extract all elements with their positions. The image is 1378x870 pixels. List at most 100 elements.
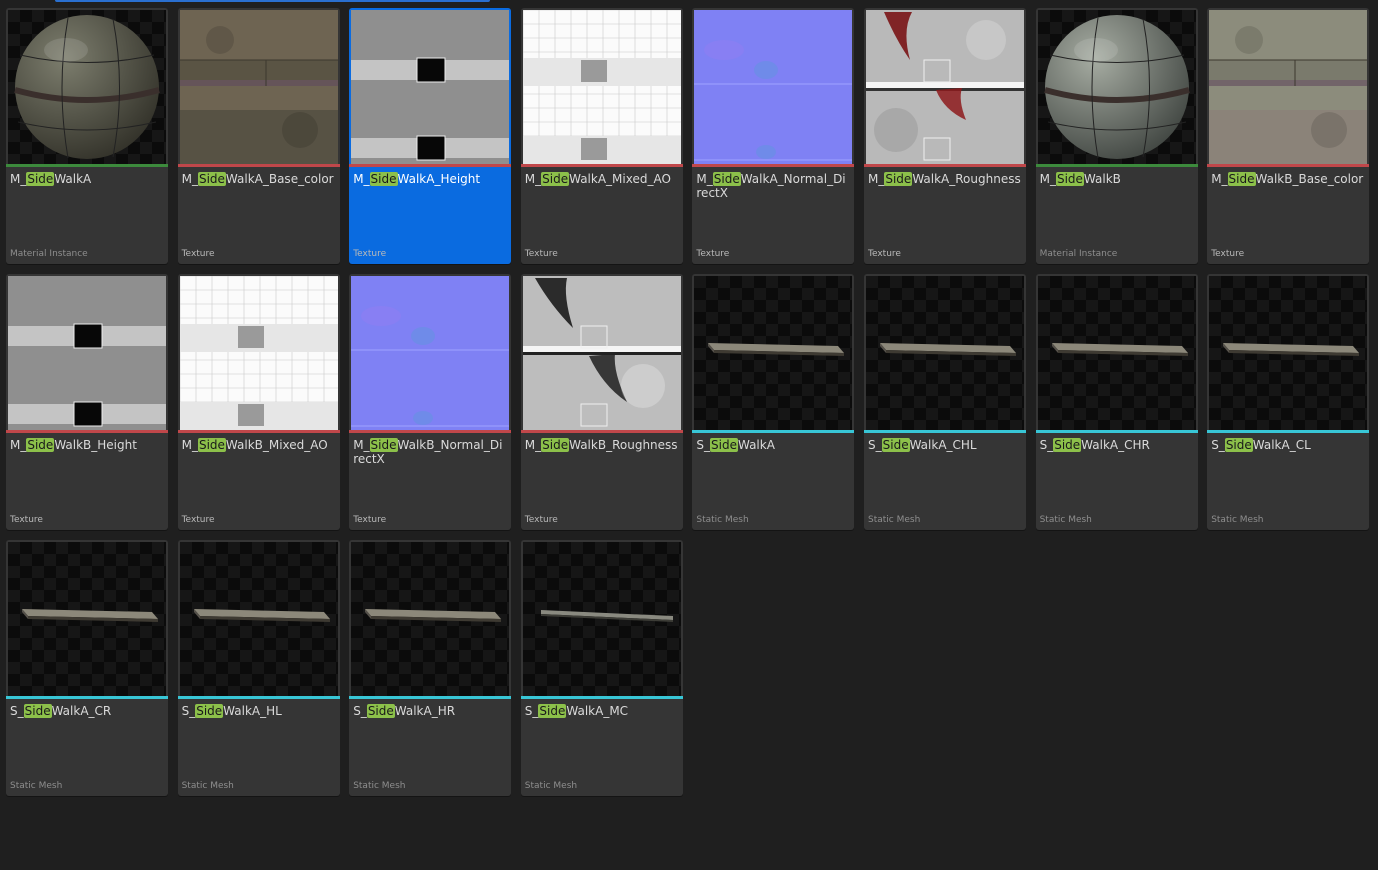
asset-type-color-bar	[1207, 164, 1370, 167]
mesh-slab-icon	[1037, 276, 1196, 430]
search-match-highlight: Side	[710, 438, 738, 452]
search-match-highlight: Side	[369, 438, 398, 452]
asset-tile[interactable]: M_SideWalkA Material Instance	[6, 8, 168, 264]
asset-type-color-bar	[520, 696, 683, 699]
asset-type-label: Static Mesh	[696, 515, 749, 525]
mesh-slab-icon	[179, 542, 338, 696]
asset-name: S_SideWalkA_HL	[181, 704, 282, 718]
normal-texture-icon-art	[351, 276, 510, 430]
search-match-highlight: Side	[369, 172, 398, 186]
ao-texture-icon-art	[522, 10, 681, 164]
asset-tile[interactable]: S_SideWalkA_HR Static Mesh	[349, 540, 512, 796]
asset-tile[interactable]: M_SideWalkB_Normal_DirectX Texture	[349, 274, 512, 530]
asset-type-color-bar	[6, 696, 168, 699]
mesh-slab-icon	[1209, 276, 1368, 430]
height-texture-icon-art	[8, 276, 166, 430]
asset-tile[interactable]: M_SideWalkA_Normal_DirectX Texture	[692, 8, 855, 264]
asset-type-label: Texture	[10, 515, 43, 525]
asset-tile[interactable]: M_SideWalkA_Base_color Texture	[177, 8, 340, 264]
asset-name: M_SideWalkA_Roughness	[868, 172, 1021, 186]
asset-tile[interactable]: S_SideWalkA_CR Static Mesh	[6, 540, 168, 796]
asset-type-label: Static Mesh	[1039, 515, 1092, 525]
asset-name: S_SideWalkA_CHL	[868, 438, 977, 452]
search-match-highlight: Side	[366, 704, 395, 718]
height-texture-icon	[351, 10, 510, 164]
search-match-highlight: Side	[195, 704, 224, 718]
roughness-red-texture-icon	[866, 10, 1024, 164]
asset-tile[interactable]: M_SideWalkB_Mixed_AO Texture	[177, 274, 340, 530]
asset-tile[interactable]: M_SideWalkB_Height Texture	[6, 274, 168, 530]
search-match-highlight: Side	[1055, 172, 1084, 186]
sphere-light-icon-art	[1037, 10, 1196, 164]
search-match-highlight: Side	[538, 704, 567, 718]
asset-type-label: Static Mesh	[524, 781, 578, 791]
mesh-thin-icon	[522, 542, 681, 696]
search-match-highlight: Side	[541, 172, 570, 186]
asset-tile[interactable]: M_SideWalkB_Base_color Texture	[1207, 8, 1370, 264]
asset-type-color-bar	[692, 430, 855, 433]
asset-tile[interactable]: S_SideWalkA Static Mesh	[692, 274, 855, 530]
asset-type-color-bar	[349, 164, 512, 167]
asset-name: M_SideWalkB_Base_color	[1211, 172, 1364, 186]
asset-tile[interactable]: M_SideWalkB Material Instance	[1035, 8, 1198, 264]
mesh-slab-icon	[8, 542, 166, 696]
base-color-texture-icon-art	[179, 10, 338, 164]
asset-type-label: Texture	[868, 249, 901, 259]
asset-type-label: Texture	[524, 249, 558, 259]
asset-type-color-bar	[177, 430, 340, 433]
search-match-highlight: Side	[197, 438, 226, 452]
normal-texture-icon	[694, 10, 853, 164]
asset-tile[interactable]: M_SideWalkB_Roughness Texture	[520, 274, 683, 530]
search-match-highlight: Side	[26, 172, 55, 186]
asset-tile[interactable]: M_SideWalkA_Height Texture	[349, 8, 512, 264]
mesh-slab-icon	[866, 276, 1024, 430]
asset-type-label: Material Instance	[10, 249, 88, 259]
sphere-light-icon	[1037, 10, 1196, 164]
asset-tile[interactable]: S_SideWalkA_CL Static Mesh	[1207, 274, 1370, 530]
asset-tile[interactable]: S_SideWalkA_CHR Static Mesh	[1035, 274, 1198, 530]
asset-tile[interactable]: S_SideWalkA_CHL Static Mesh	[864, 274, 1026, 530]
asset-name: M_SideWalkA_Normal_DirectX	[696, 172, 846, 200]
mesh-slab-icon-art	[1037, 276, 1196, 430]
asset-type-label: Static Mesh	[10, 781, 63, 791]
asset-tile[interactable]: S_SideWalkA_HL Static Mesh	[177, 540, 340, 796]
search-match-highlight: Side	[1224, 438, 1253, 452]
asset-type-label: Static Mesh	[1211, 515, 1264, 525]
asset-type-color-bar	[1207, 430, 1370, 433]
ao-texture-icon	[179, 276, 338, 430]
search-match-highlight: Side	[1227, 172, 1256, 186]
asset-name: M_SideWalkB_Mixed_AO	[181, 438, 328, 452]
search-match-highlight: Side	[884, 172, 913, 186]
asset-type-color-bar	[692, 164, 855, 167]
asset-type-color-bar	[177, 164, 340, 167]
asset-tile[interactable]: M_SideWalkA_Mixed_AO Texture	[520, 8, 683, 264]
mesh-thin-icon-art	[522, 542, 681, 696]
mesh-slab-icon-art	[1209, 276, 1368, 430]
normal-texture-icon-art	[694, 10, 853, 164]
asset-tile[interactable]: M_SideWalkA_Roughness Texture	[864, 8, 1026, 264]
asset-type-color-bar	[6, 164, 168, 167]
asset-name: M_SideWalkA	[10, 172, 92, 186]
asset-type-label: Texture	[696, 249, 730, 259]
asset-type-label: Texture	[181, 249, 215, 259]
mesh-slab-icon-art	[8, 542, 166, 696]
asset-name: M_SideWalkA_Base_color	[181, 172, 334, 186]
asset-name: S_SideWalkA_HR	[353, 704, 456, 718]
asset-tile[interactable]: S_SideWalkA_MC Static Mesh	[520, 540, 683, 796]
asset-type-color-bar	[520, 164, 683, 167]
asset-name: S_SideWalkA_MC	[524, 704, 629, 718]
asset-name: M_SideWalkB	[1039, 172, 1121, 186]
search-match-highlight: Side	[712, 172, 741, 186]
base-color-b-texture-icon-art	[1209, 10, 1368, 164]
asset-type-color-bar	[6, 430, 168, 433]
mesh-slab-icon-art	[351, 542, 510, 696]
search-match-highlight: Side	[197, 172, 226, 186]
height-texture-icon-art	[351, 10, 510, 164]
sphere-dark-icon-art	[8, 10, 166, 164]
ao-texture-icon-art	[179, 276, 338, 430]
asset-type-label: Texture	[1211, 249, 1245, 259]
asset-type-color-bar	[520, 430, 683, 433]
mesh-slab-icon-art	[179, 542, 338, 696]
asset-type-label: Material Instance	[1039, 249, 1118, 259]
asset-name: M_SideWalkB_Roughness	[524, 438, 678, 452]
